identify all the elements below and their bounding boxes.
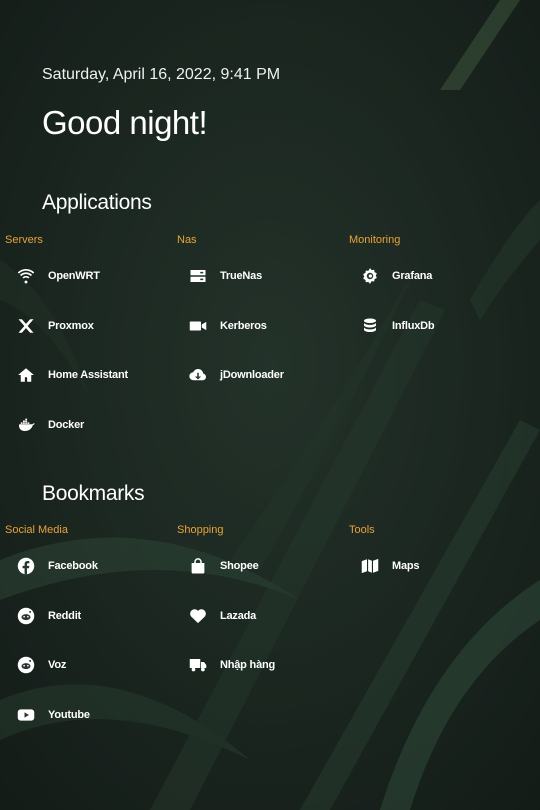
cloud-download-icon — [187, 365, 209, 385]
link-shopee[interactable]: Shopee — [187, 554, 259, 578]
video-camera-icon — [187, 316, 209, 336]
facebook-icon — [15, 556, 37, 576]
grafana-icon — [359, 266, 381, 286]
link-label: Maps — [392, 560, 420, 572]
group-title: Tools — [349, 524, 375, 536]
reddit-icon — [15, 655, 37, 675]
link-label: InfluxDb — [392, 319, 435, 332]
applications-title: Applications — [42, 191, 152, 214]
link-youtube[interactable]: Youtube — [15, 703, 90, 727]
group-title: Nas — [177, 234, 197, 246]
link-label: Proxmox — [48, 319, 94, 332]
link-reddit[interactable]: Reddit — [15, 604, 81, 628]
youtube-icon — [15, 705, 37, 725]
map-icon — [359, 556, 381, 576]
group-title: Monitoring — [349, 234, 401, 246]
server-icon — [187, 266, 209, 286]
link-lazada[interactable]: Lazada — [187, 604, 256, 628]
link-label: Voz — [48, 659, 67, 672]
link-docker[interactable]: Docker — [15, 413, 84, 437]
link-kerberos[interactable]: Kerberos — [187, 314, 267, 338]
link-facebook[interactable]: Facebook — [15, 554, 98, 578]
truck-icon — [187, 655, 209, 675]
link-label: jDownloader — [220, 369, 284, 382]
link-label: TrueNas — [220, 270, 263, 282]
link-label: Youtube — [48, 709, 90, 722]
link-label: OpenWRT — [48, 270, 100, 282]
link-label: Lazada — [220, 609, 257, 622]
shopping-bag-icon — [187, 556, 209, 576]
link-home-assistant[interactable]: Home Assistant — [15, 363, 128, 387]
link-nhap-hang[interactable]: Nhập hàng — [187, 653, 275, 677]
greeting: Good night! — [42, 104, 208, 141]
link-truenas[interactable]: TrueNas — [187, 264, 262, 288]
heart-icon — [187, 606, 209, 626]
link-label: Reddit — [48, 609, 82, 622]
link-label: Shopee — [220, 560, 259, 572]
group-title: Servers — [5, 234, 43, 246]
database-icon — [359, 316, 381, 336]
link-proxmox[interactable]: Proxmox — [15, 314, 94, 338]
wifi-icon — [15, 266, 37, 286]
link-label: Grafana — [392, 270, 433, 282]
group-title: Shopping — [177, 524, 224, 536]
link-label: Home Assistant — [48, 369, 128, 382]
link-label: Facebook — [48, 560, 98, 572]
link-label: Nhập hàng — [220, 659, 276, 672]
link-label: Docker — [48, 419, 85, 432]
link-maps[interactable]: Maps — [359, 554, 420, 578]
link-label: Kerberos — [220, 319, 267, 332]
link-openwrt[interactable]: OpenWRT — [15, 264, 100, 288]
docker-icon — [15, 415, 37, 435]
link-voz[interactable]: Voz — [15, 653, 66, 677]
bookmarks-title: Bookmarks — [42, 482, 145, 505]
link-influxdb[interactable]: InfluxDb — [359, 314, 435, 338]
reddit-icon — [15, 606, 37, 626]
home-icon — [15, 365, 37, 385]
link-jdownloader[interactable]: jDownloader — [187, 363, 284, 387]
group-title: Social Media — [5, 524, 68, 536]
link-grafana[interactable]: Grafana — [359, 264, 432, 288]
proxmox-icon — [15, 316, 37, 336]
date-time: Saturday, April 16, 2022, 9:41 PM — [42, 66, 281, 83]
